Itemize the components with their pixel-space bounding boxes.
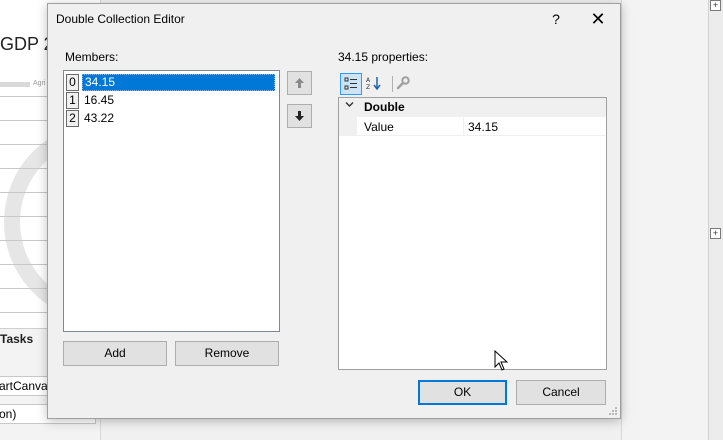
close-button[interactable]: ✕ xyxy=(586,8,610,30)
properties-label: 34.15 properties: xyxy=(338,50,429,64)
background-bar xyxy=(0,82,30,87)
background-gridline xyxy=(0,120,48,121)
wrench-icon xyxy=(396,76,410,90)
add-button[interactable]: Add xyxy=(63,341,167,366)
categorized-icon xyxy=(344,77,357,90)
member-value: 16.45 xyxy=(84,93,115,107)
property-gutter xyxy=(339,117,357,136)
arrow-down-icon xyxy=(295,111,304,121)
expand-icon[interactable]: + xyxy=(710,0,721,11)
background-gridline xyxy=(0,216,48,217)
double-collection-editor-dialog: Double Collection Editor ? ✕ Members: 0 … xyxy=(47,3,621,419)
move-down-button[interactable] xyxy=(287,104,312,128)
members-label: Members: xyxy=(65,50,119,64)
property-value[interactable]: 34.15 xyxy=(468,120,498,134)
categorized-button[interactable] xyxy=(340,73,362,95)
dialog-title: Double Collection Editor xyxy=(56,12,185,26)
background-right-panel: + + xyxy=(621,0,723,440)
background-gridline xyxy=(0,144,48,145)
chevron-down-icon[interactable] xyxy=(345,100,354,112)
member-item[interactable]: 0 34.15 xyxy=(66,74,277,91)
member-index: 1 xyxy=(66,92,79,109)
svg-text:A: A xyxy=(366,77,371,84)
property-divider xyxy=(463,117,464,136)
member-index: 0 xyxy=(66,74,79,91)
property-category-name: Double xyxy=(364,100,405,114)
property-category[interactable]: Double xyxy=(339,98,606,117)
property-row[interactable]: Value 34.15 xyxy=(339,117,606,136)
move-up-button[interactable] xyxy=(287,71,312,95)
remove-button[interactable]: Remove xyxy=(175,341,279,366)
member-value: 43.22 xyxy=(84,111,115,125)
resize-grip-icon[interactable] xyxy=(608,406,618,416)
cancel-button[interactable]: Cancel xyxy=(516,380,606,405)
background-gridline xyxy=(0,240,48,241)
background-tasks-label: Tasks xyxy=(0,332,34,346)
property-grid[interactable]: Double Value 34.15 xyxy=(338,97,607,370)
background-gridline xyxy=(0,96,48,97)
property-name: Value xyxy=(364,120,394,134)
alphabetical-icon: A Z xyxy=(366,77,381,91)
background-gridline xyxy=(0,192,48,193)
member-item[interactable]: 1 16.45 xyxy=(66,92,277,109)
background-chart-title: GDP 2 xyxy=(0,34,54,54)
member-index: 2 xyxy=(66,110,79,127)
member-item[interactable]: 2 43.22 xyxy=(66,110,277,127)
svg-text:Z: Z xyxy=(366,84,370,90)
background-gridline xyxy=(0,312,48,313)
arrow-up-icon xyxy=(295,78,304,88)
background-right-strip xyxy=(708,0,723,440)
background-gridline xyxy=(0,264,48,265)
expand-icon[interactable]: + xyxy=(710,228,721,239)
member-value: 34.15 xyxy=(82,74,275,91)
mouse-cursor-icon xyxy=(494,350,508,371)
alphabetical-button[interactable]: A Z xyxy=(363,73,385,95)
background-gridline xyxy=(0,168,48,169)
background-gridline xyxy=(0,288,48,289)
members-list[interactable]: 0 34.15 1 16.45 2 43.22 xyxy=(63,70,280,332)
property-pages-button[interactable] xyxy=(392,73,414,95)
background-tiny-label: Agri xyxy=(33,80,46,87)
help-button[interactable]: ? xyxy=(547,8,565,30)
ok-button[interactable]: OK xyxy=(418,380,507,405)
